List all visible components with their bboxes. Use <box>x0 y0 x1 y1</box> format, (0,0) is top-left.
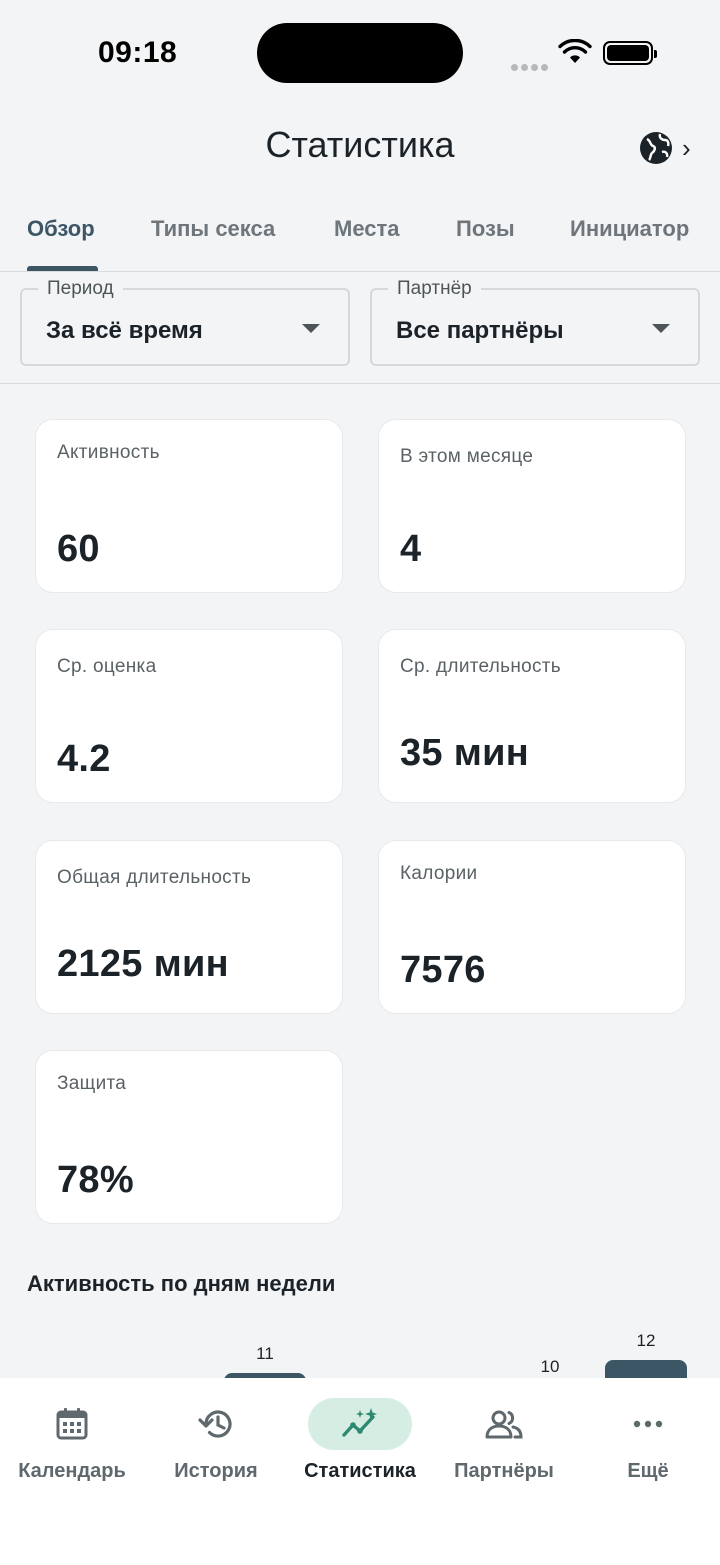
bar-value-label: 11 <box>256 1344 274 1363</box>
more-icon <box>596 1398 700 1450</box>
page-title: Статистика <box>265 124 455 165</box>
tab-places[interactable]: Места <box>334 216 400 242</box>
stat-value: 4 <box>400 528 422 570</box>
divider <box>0 383 720 384</box>
bar-value-label: 10 <box>540 1357 560 1376</box>
stat-value: 7576 <box>400 949 486 991</box>
partner-select[interactable]: Партнёр Все партнёры <box>370 278 700 366</box>
nav-label: Календарь <box>18 1460 126 1482</box>
dynamic-island <box>257 23 463 83</box>
nav-label: Ещё <box>627 1460 669 1482</box>
globe-icon <box>640 132 672 164</box>
stat-value: 35 мин <box>400 732 530 774</box>
stat-card-avg-duration: Ср. длительность 35 мин <box>378 629 686 803</box>
bar-value-label: 12 <box>636 1331 656 1350</box>
wifi-icon <box>558 39 592 63</box>
nav-label: История <box>174 1460 258 1482</box>
stat-label: Ср. длительность <box>400 656 562 677</box>
stat-label: Активность <box>57 442 160 463</box>
stat-value: 78% <box>57 1159 134 1201</box>
period-select[interactable]: Период За всё время <box>20 278 350 366</box>
stats-icon <box>308 1398 412 1450</box>
nav-label: Статистика <box>304 1460 416 1482</box>
nav-partners[interactable]: Партнёры <box>432 1398 576 1498</box>
tab-initiator[interactable]: Инициатор <box>570 216 689 242</box>
tab-sex-types[interactable]: Типы секса <box>151 216 275 242</box>
nav-statistics[interactable]: Статистика <box>288 1398 432 1498</box>
nav-calendar[interactable]: Календарь <box>0 1398 144 1498</box>
dropdown-arrow-icon <box>652 324 670 333</box>
stat-label: Ср. оценка <box>57 656 157 677</box>
status-time: 09:18 <box>98 36 178 69</box>
period-value: За всё время <box>46 317 203 344</box>
tab-overview[interactable]: Обзор <box>27 216 95 242</box>
stat-value: 60 <box>57 528 100 570</box>
partners-icon <box>452 1398 556 1450</box>
weekday-chart-title: Активность по дням недели <box>27 1271 336 1296</box>
status-bar: 09:18 <box>0 0 720 100</box>
stat-card-this-month: В этом месяце 4 <box>378 419 686 593</box>
battery-icon <box>603 41 657 65</box>
stat-label: Общая длительность <box>57 867 252 888</box>
partner-value: Все партнёры <box>396 317 564 344</box>
stat-label: В этом месяце <box>400 446 534 467</box>
tab-positions[interactable]: Позы <box>456 216 515 242</box>
stat-card-avg-rating: Ср. оценка 4.2 <box>35 629 343 803</box>
stat-card-calories: Калории 7576 <box>378 840 686 1014</box>
period-label: Период <box>38 278 123 300</box>
stat-value: 4.2 <box>57 738 111 780</box>
weekday-chart: 11 10 12 <box>0 1320 720 1380</box>
cellular-signal-icon <box>511 58 551 76</box>
stat-label: Защита <box>57 1073 127 1094</box>
nav-label: Партнёры <box>454 1460 554 1482</box>
stat-card-activity: Активность 60 <box>35 419 343 593</box>
chevron-right-icon: › <box>682 133 691 163</box>
nav-history[interactable]: История <box>144 1398 288 1498</box>
stats-tabs: Обзор Типы секса Места Позы Инициатор <box>0 200 720 272</box>
stat-card-total-duration: Общая длительность 2125 мин <box>35 840 343 1014</box>
stat-card-protection: Защита 78% <box>35 1050 343 1224</box>
history-icon <box>164 1398 268 1450</box>
bottom-navigation: Календарь История Статистика Партнёры Ещ… <box>0 1378 720 1565</box>
stat-value: 2125 мин <box>57 943 229 985</box>
stat-label: Калории <box>400 863 478 884</box>
partner-label: Партнёр <box>388 278 481 300</box>
nav-more[interactable]: Ещё <box>576 1398 720 1498</box>
active-tab-indicator <box>27 266 98 271</box>
dropdown-arrow-icon <box>302 324 320 333</box>
chart-bar <box>605 1360 687 1380</box>
calendar-icon <box>20 1398 124 1450</box>
language-button[interactable]: › <box>638 128 704 168</box>
